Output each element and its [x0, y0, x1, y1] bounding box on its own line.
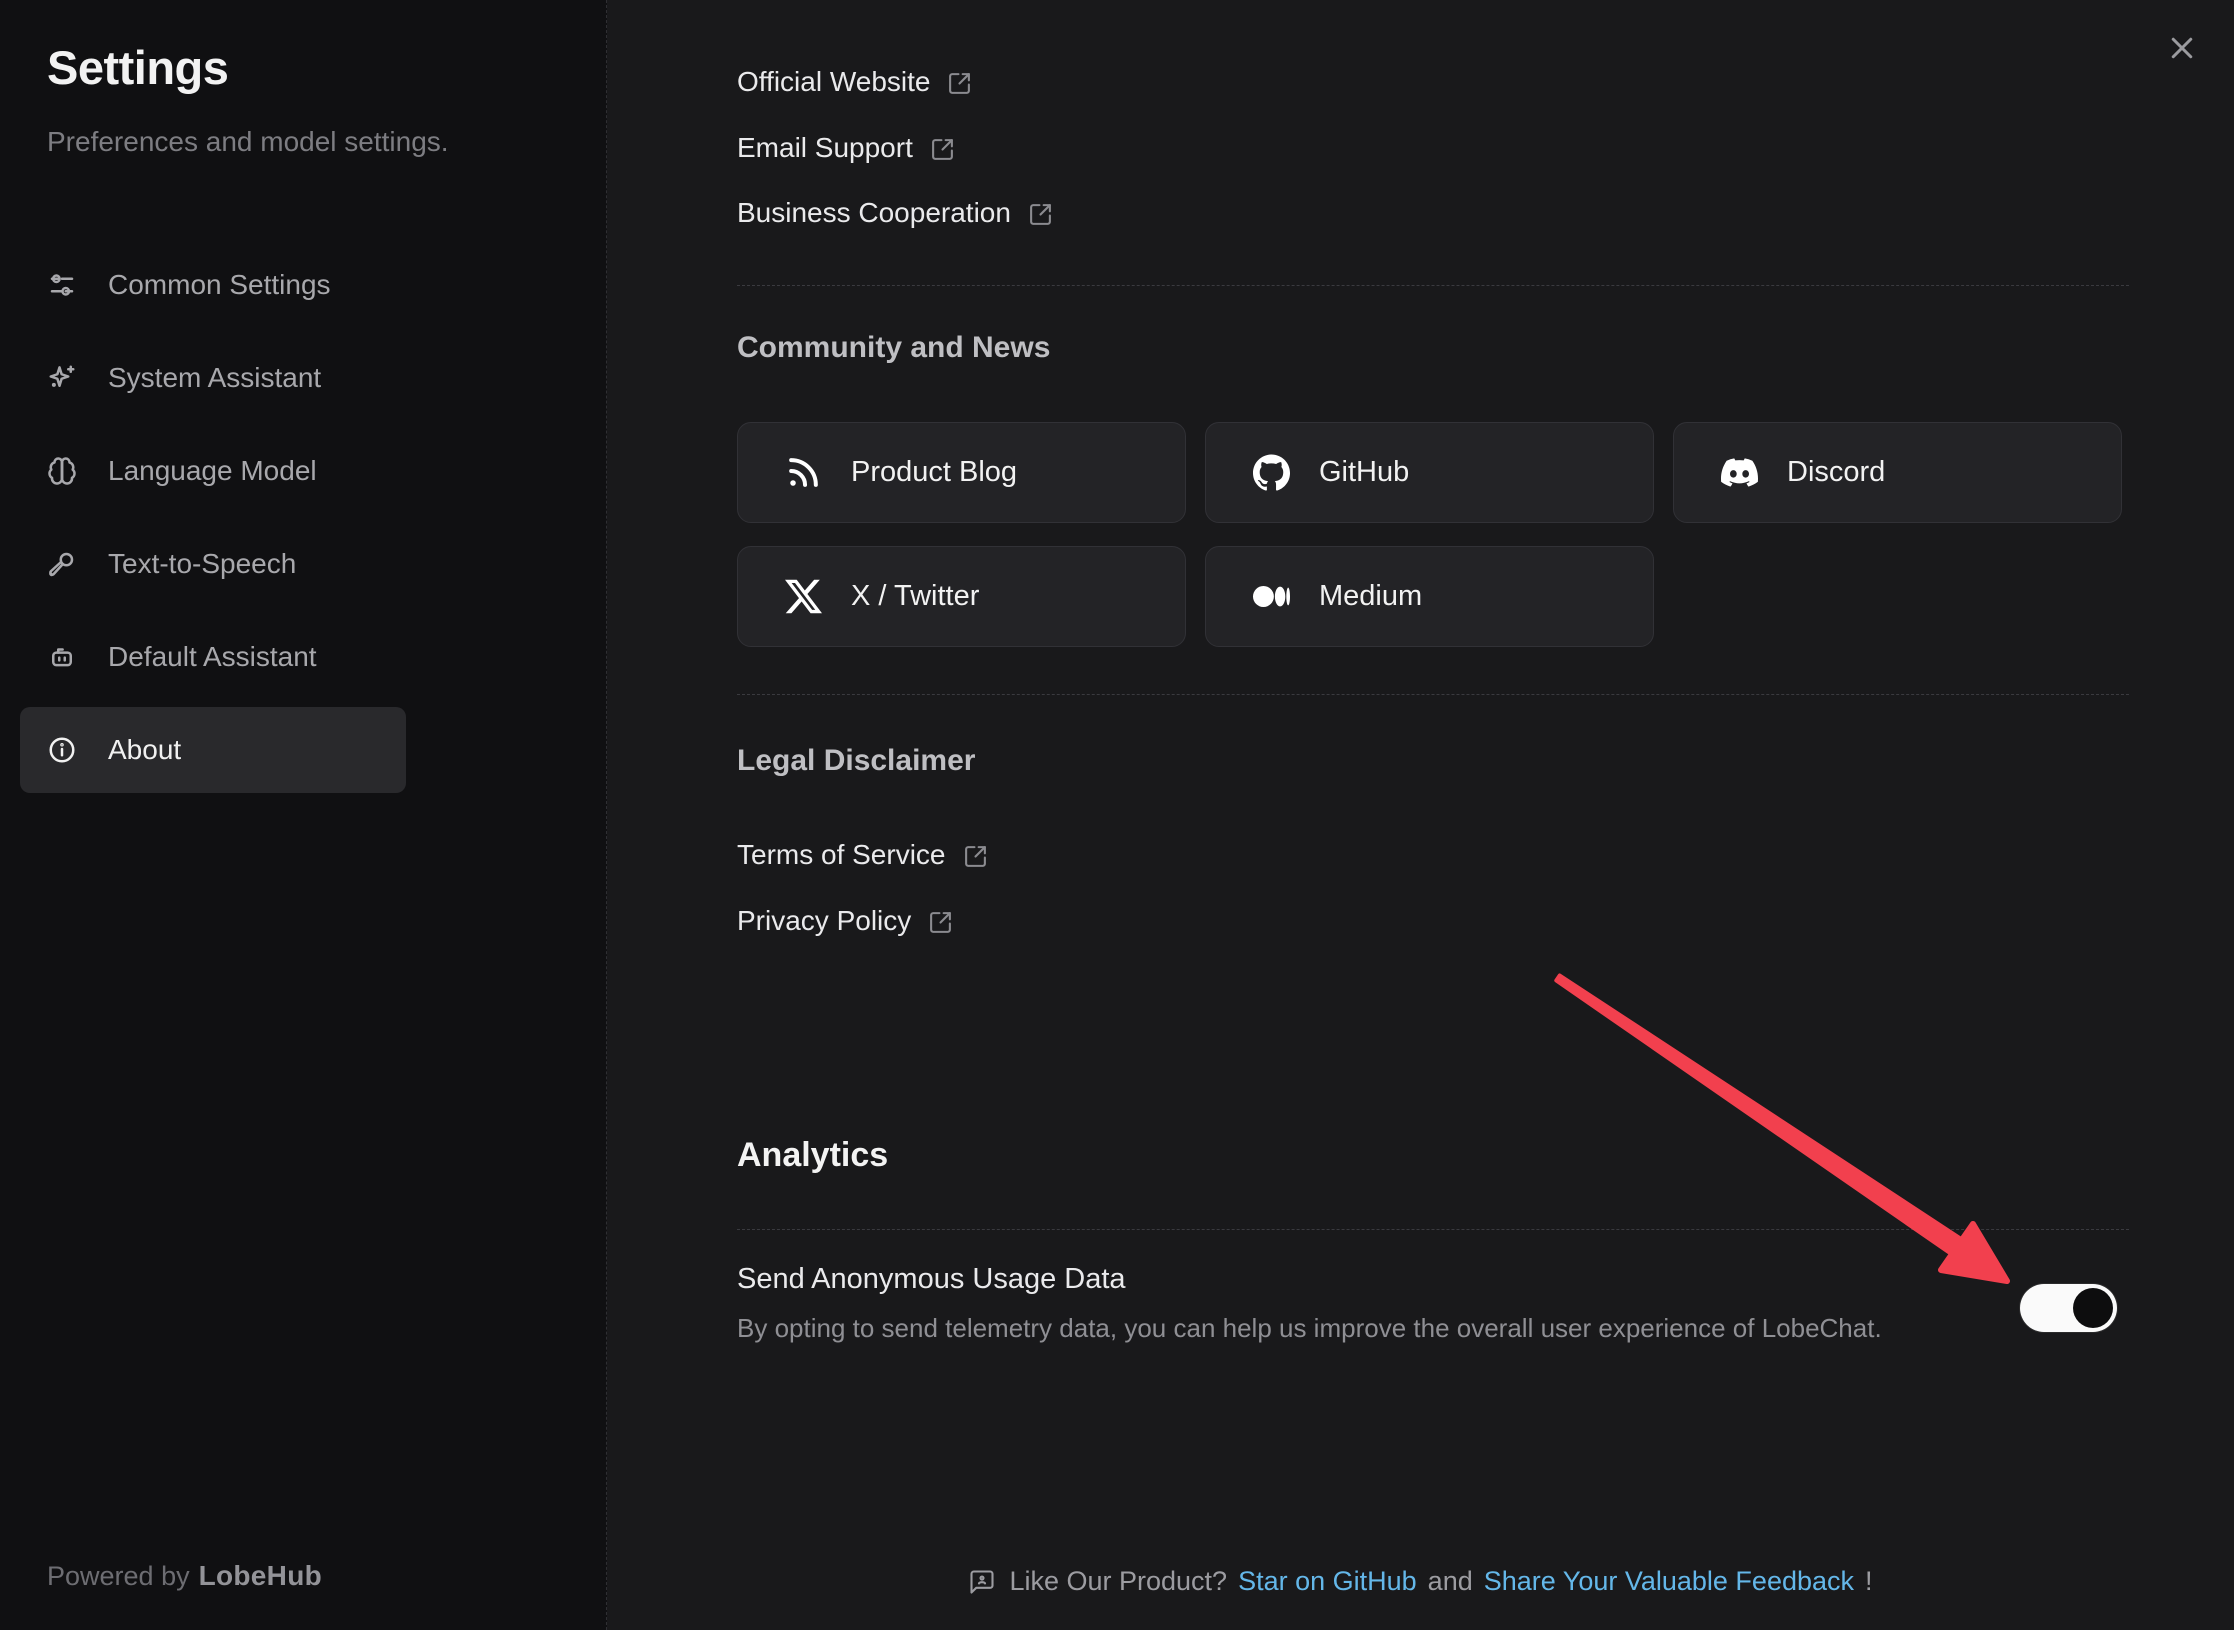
powered-by: Powered by LobeHub [47, 1560, 322, 1592]
discord-button[interactable]: Discord [1673, 422, 2122, 523]
external-link-icon [928, 910, 953, 935]
sidebar-item-label: Text-to-Speech [108, 548, 296, 580]
page-title: Settings [47, 40, 228, 95]
discord-icon [1721, 454, 1758, 491]
footer-text: ! [1865, 1566, 1873, 1597]
star-on-github-link[interactable]: Star on GitHub [1238, 1566, 1417, 1597]
lobehub-brand[interactable]: LobeHub [199, 1560, 322, 1592]
sidebar-item-label: Default Assistant [108, 641, 317, 673]
footer-text: Like Our Product? [1009, 1566, 1227, 1597]
github-icon [1253, 454, 1290, 491]
link-label: Business Cooperation [737, 197, 1011, 229]
external-link-icon [963, 844, 988, 869]
telemetry-setting-label: Send Anonymous Usage Data [737, 1263, 1126, 1296]
link-label: Privacy Policy [737, 905, 911, 937]
settings-modal: Settings Preferences and model settings.… [0, 0, 2234, 1630]
sidebar-item-label: Common Settings [108, 269, 331, 301]
link-label: Terms of Service [737, 839, 946, 871]
sidebar-item-default-assistant[interactable]: Default Assistant [20, 614, 406, 700]
official-website-link[interactable]: Official Website [737, 62, 972, 102]
sliders-icon [47, 270, 77, 300]
external-link-icon [947, 71, 972, 96]
sparkles-icon [47, 363, 77, 393]
sidebar-item-label: Language Model [108, 455, 317, 487]
medium-button[interactable]: Medium [1205, 546, 1654, 647]
footer-text: and [1428, 1566, 1473, 1597]
email-support-link[interactable]: Email Support [737, 128, 955, 168]
divider [737, 1229, 2129, 1230]
product-blog-button[interactable]: Product Blog [737, 422, 1186, 523]
bot-icon [47, 642, 77, 672]
sidebar-item-label: About [108, 734, 181, 766]
feedback-footer: Like Our Product? Star on GitHub and Sha… [607, 1566, 2234, 1597]
telemetry-toggle[interactable] [2020, 1284, 2117, 1332]
mic-icon [47, 549, 77, 579]
button-label: Medium [1319, 580, 1422, 613]
close-button[interactable] [2160, 26, 2204, 70]
sidebar-item-system-assistant[interactable]: System Assistant [20, 335, 406, 421]
sidebar-item-about[interactable]: About [20, 707, 406, 793]
link-label: Official Website [737, 66, 930, 98]
sidebar-item-label: System Assistant [108, 362, 321, 394]
telemetry-setting-description: By opting to send telemetry data, you ca… [737, 1313, 1882, 1344]
share-feedback-link[interactable]: Share Your Valuable Feedback [1484, 1566, 1854, 1597]
sidebar-item-text-to-speech[interactable]: Text-to-Speech [20, 521, 406, 607]
contact-us-heading: Contact Us [737, 0, 895, 6]
divider [737, 285, 2129, 286]
divider [737, 694, 2129, 695]
business-cooperation-link[interactable]: Business Cooperation [737, 193, 1053, 233]
button-label: Product Blog [851, 456, 1017, 489]
settings-sidebar: Settings Preferences and model settings.… [0, 0, 607, 1630]
about-settings-panel: Contact Us Official Website Email Suppor… [607, 0, 2234, 1630]
sidebar-item-common-settings[interactable]: Common Settings [20, 242, 406, 328]
medium-icon [1253, 578, 1290, 615]
sidebar-item-language-model[interactable]: Language Model [20, 428, 406, 514]
button-label: GitHub [1319, 456, 1409, 489]
powered-by-label: Powered by [47, 1561, 190, 1592]
legal-heading: Legal Disclaimer [737, 744, 975, 778]
button-label: X / Twitter [851, 580, 979, 613]
terms-of-service-link[interactable]: Terms of Service [737, 835, 988, 875]
x-twitter-button[interactable]: X / Twitter [737, 546, 1186, 647]
external-link-icon [930, 137, 955, 162]
link-label: Email Support [737, 132, 913, 164]
page-subtitle: Preferences and model settings. [47, 126, 449, 158]
rss-icon [785, 454, 822, 491]
feedback-bubble-icon [968, 1568, 996, 1596]
toggle-knob [2073, 1288, 2113, 1328]
brain-icon [47, 456, 77, 486]
info-icon [47, 735, 77, 765]
x-twitter-icon [785, 578, 822, 615]
analytics-heading: Analytics [737, 1136, 888, 1175]
github-button[interactable]: GitHub [1205, 422, 1654, 523]
privacy-policy-link[interactable]: Privacy Policy [737, 901, 953, 941]
button-label: Discord [1787, 456, 1885, 489]
community-heading: Community and News [737, 331, 1050, 365]
external-link-icon [1028, 202, 1053, 227]
